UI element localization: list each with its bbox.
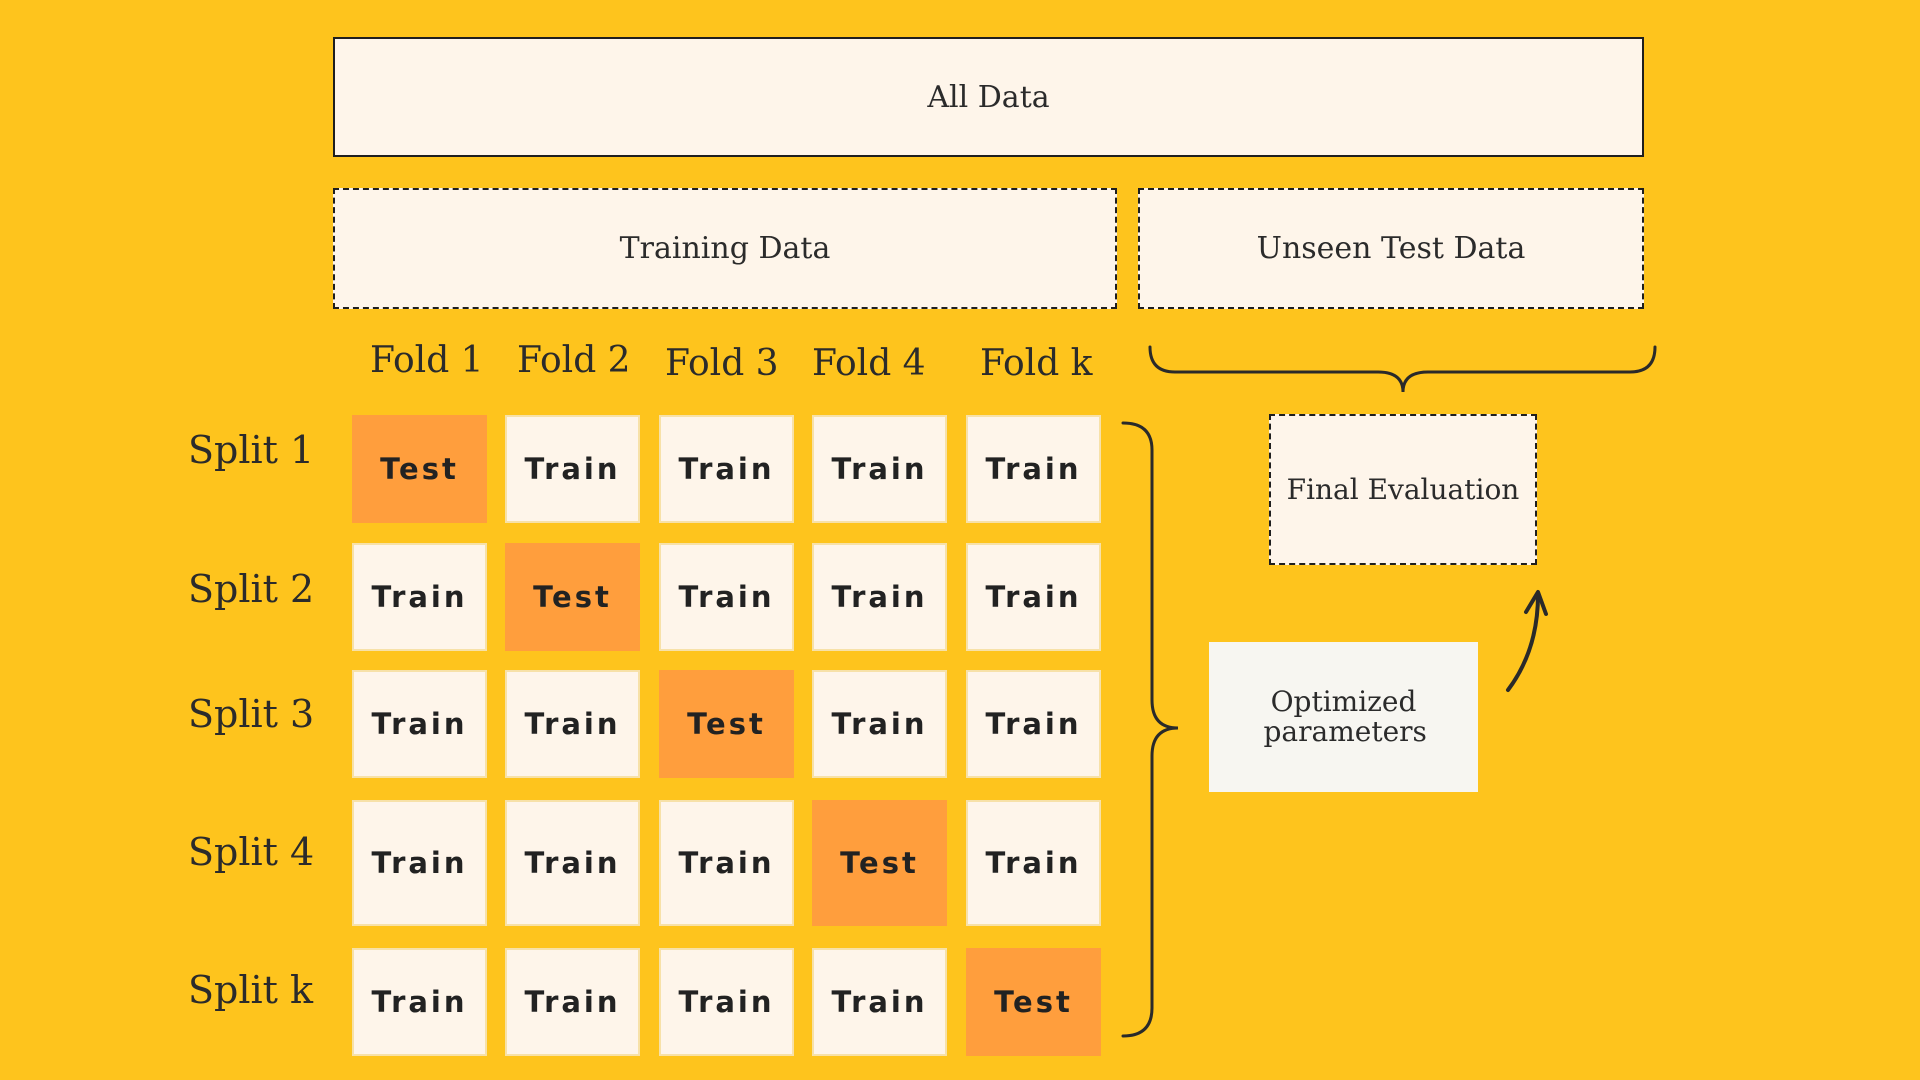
horizontal-brace — [1148, 345, 1657, 393]
connector-overlay — [1121, 345, 1657, 1038]
arrow-icon — [1506, 593, 1540, 692]
vertical-brace — [1121, 421, 1179, 1038]
